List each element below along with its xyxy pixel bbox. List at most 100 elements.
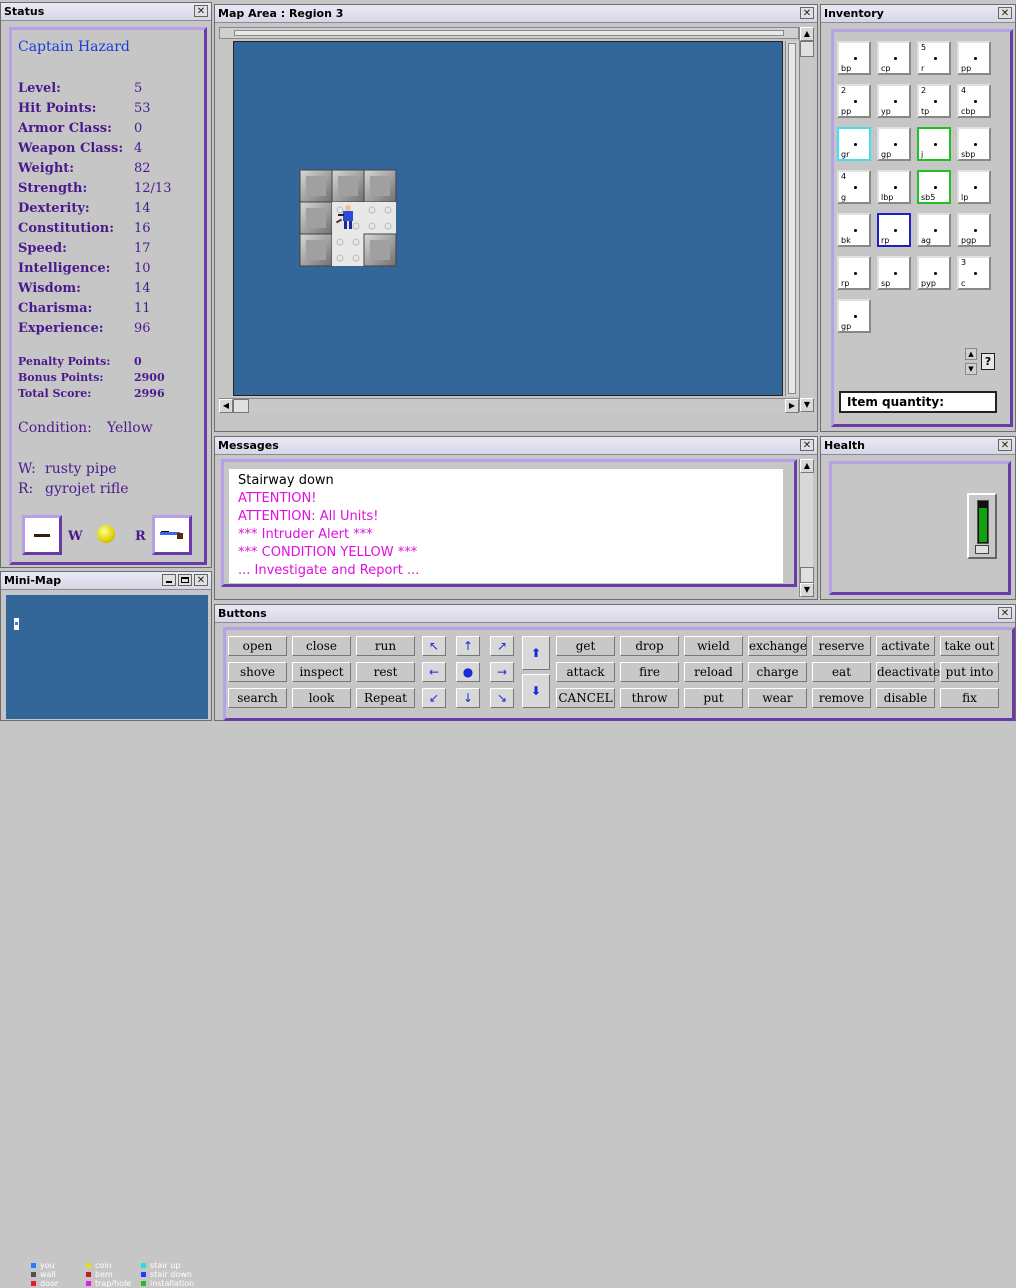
action-button[interactable]: remove	[812, 688, 871, 708]
inventory-slot[interactable]: 4g	[837, 170, 871, 204]
messages-close-button[interactable]: ✕	[800, 439, 814, 451]
move-northeast-button[interactable]: ↗	[490, 636, 514, 656]
scroll-down-button[interactable]: ▼	[800, 398, 814, 412]
map-top-scroll-thumb[interactable]	[234, 30, 784, 36]
inventory-slot[interactable]: sp	[877, 256, 911, 290]
scroll-left-button[interactable]: ◀	[219, 399, 233, 413]
inventory-slot[interactable]: 2 tp	[917, 84, 951, 118]
action-button[interactable]: look	[292, 688, 351, 708]
health-close-button[interactable]: ✕	[998, 439, 1012, 451]
action-button[interactable]: shove	[228, 662, 287, 682]
action-button[interactable]: close	[292, 636, 351, 656]
action-button[interactable]: fire	[620, 662, 679, 682]
inventory-slot[interactable]: 2 pp	[837, 84, 871, 118]
inventory-close-button[interactable]: ✕	[998, 7, 1012, 19]
map-inner-scrollbar[interactable]	[785, 41, 799, 396]
stay-button[interactable]: ●	[456, 662, 480, 682]
scroll-up-button[interactable]: ▲	[800, 27, 814, 41]
action-button[interactable]: inspect	[292, 662, 351, 682]
stair-down-button[interactable]: ⬇	[522, 674, 550, 708]
action-button[interactable]: drop	[620, 636, 679, 656]
inventory-slot[interactable]: gp	[877, 127, 911, 161]
action-button[interactable]: charge	[748, 662, 807, 682]
action-button[interactable]: get	[556, 636, 615, 656]
scroll-thumb[interactable]	[800, 41, 814, 57]
move-east-button[interactable]: →	[490, 662, 514, 682]
inventory-slot[interactable]: rp	[877, 213, 911, 247]
messages-scrollbar[interactable]: ▲ ▼	[799, 459, 814, 597]
action-button[interactable]: put	[684, 688, 743, 708]
inventory-slot[interactable]: sb5	[917, 170, 951, 204]
inventory-slot[interactable]: rp	[837, 256, 871, 290]
action-button[interactable]: CANCEL	[556, 688, 615, 708]
action-button[interactable]: rest	[356, 662, 415, 682]
inventory-slot[interactable]: gr	[837, 127, 871, 161]
minimap-close-button[interactable]: ✕	[194, 574, 208, 586]
inventory-slot[interactable]: 5r	[917, 41, 951, 75]
action-button[interactable]: throw	[620, 688, 679, 708]
map-vertical-scrollbar[interactable]: ▲ ▼	[799, 27, 814, 412]
inventory-slot[interactable]: ag	[917, 213, 951, 247]
inventory-slot[interactable]: pgp	[957, 213, 991, 247]
action-button[interactable]: exchange	[748, 636, 807, 656]
inventory-slot[interactable]: lp	[957, 170, 991, 204]
stair-up-button[interactable]: ⬆	[522, 636, 550, 670]
move-west-button[interactable]: ←	[422, 662, 446, 682]
item-icon	[854, 272, 857, 275]
inventory-slot[interactable]: j	[917, 127, 951, 161]
inventory-slot[interactable]: sbp	[957, 127, 991, 161]
move-south-button[interactable]: ↓	[456, 688, 480, 708]
inventory-slot[interactable]: cp	[877, 41, 911, 75]
buttons-close-button[interactable]: ✕	[998, 607, 1012, 619]
action-button[interactable]: reserve	[812, 636, 871, 656]
inventory-slot[interactable]: 4 cbp	[957, 84, 991, 118]
action-button[interactable]: put into	[940, 662, 999, 682]
map-view[interactable]	[233, 41, 783, 396]
inv-scroll-down[interactable]: ▼	[965, 363, 977, 375]
map-top-scrollbar[interactable]	[219, 27, 799, 39]
map-close-button[interactable]: ✕	[800, 7, 814, 19]
action-button[interactable]: disable	[876, 688, 935, 708]
scroll-right-button[interactable]: ▶	[785, 399, 799, 413]
minimap-view[interactable]	[6, 595, 208, 719]
map-horizontal-scrollbar[interactable]: ◀ ▶	[219, 398, 799, 413]
move-southeast-button[interactable]: ↘	[490, 688, 514, 708]
messages-scroll-down[interactable]: ▼	[800, 583, 814, 597]
move-north-button[interactable]: ↑	[456, 636, 480, 656]
inventory-help-button[interactable]: ?	[981, 353, 995, 370]
action-button[interactable]: fix	[940, 688, 999, 708]
inv-scroll-up[interactable]: ▲	[965, 348, 977, 360]
map-inner-scroll-thumb[interactable]	[788, 43, 796, 394]
inventory-slot[interactable]: pp	[957, 41, 991, 75]
inventory-slot[interactable]: bk	[837, 213, 871, 247]
action-button[interactable]: search	[228, 688, 287, 708]
action-button[interactable]: wield	[684, 636, 743, 656]
item-quantity-field[interactable]: Item quantity:	[839, 391, 997, 413]
action-button[interactable]: attack	[556, 662, 615, 682]
messages-scroll-up[interactable]: ▲	[800, 459, 814, 473]
inventory-slot[interactable]: yp	[877, 84, 911, 118]
move-northwest-button[interactable]: ↖	[422, 636, 446, 656]
action-button[interactable]: open	[228, 636, 287, 656]
maximize-button[interactable]	[178, 574, 192, 586]
weapon-slot[interactable]	[22, 515, 62, 555]
inventory-slot[interactable]: gp	[837, 299, 871, 333]
status-close-button[interactable]: ✕	[194, 5, 208, 17]
action-button[interactable]: deactivate	[876, 662, 940, 682]
action-button[interactable]: wear	[748, 688, 807, 708]
action-button[interactable]: Repeat	[356, 688, 415, 708]
messages-scroll-thumb[interactable]	[800, 567, 814, 583]
inventory-slot[interactable]: 3c	[957, 256, 991, 290]
h-scroll-thumb[interactable]	[233, 399, 249, 413]
ranged-slot[interactable]	[152, 515, 192, 555]
action-button[interactable]: eat	[812, 662, 871, 682]
action-button[interactable]: run	[356, 636, 415, 656]
minimize-button[interactable]	[162, 574, 176, 586]
inventory-slot[interactable]: pyp	[917, 256, 951, 290]
inventory-slot[interactable]: bp	[837, 41, 871, 75]
action-button[interactable]: activate	[876, 636, 935, 656]
action-button[interactable]: take out	[940, 636, 999, 656]
inventory-slot[interactable]: lbp	[877, 170, 911, 204]
move-southwest-button[interactable]: ↙	[422, 688, 446, 708]
action-button[interactable]: reload	[684, 662, 743, 682]
